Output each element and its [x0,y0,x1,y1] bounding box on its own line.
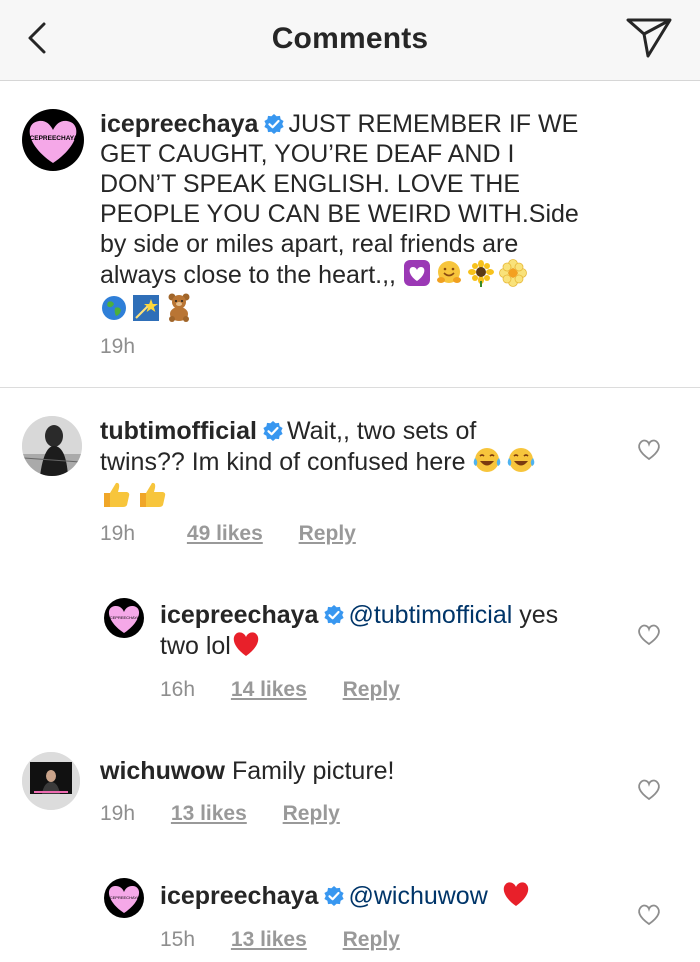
comment-username[interactable]: icepreechaya [160,601,318,629]
heart-icon[interactable] [636,778,662,802]
timestamp: 19h [100,802,136,825]
comment-meta: 19h 49 likes Reply [100,522,356,546]
avatar-text: ICEPREECHAYA [109,895,140,900]
heart-icon[interactable] [636,623,662,647]
direct-share-icon[interactable] [624,16,674,60]
blossom-emoji [499,259,527,287]
comment-username[interactable]: icepreechaya [160,882,318,910]
mention-link[interactable]: @wichuwow [348,882,487,910]
verified-badge-icon [324,886,345,906]
reply-button[interactable]: Reply [299,522,356,546]
red-heart-emoji [233,632,259,656]
pink-heart-icon: ICEPREECHAYA [109,885,140,913]
caption-username[interactable]: icepreechaya [100,110,258,138]
caption-line: always close to the heart.,, [100,261,396,289]
avatar[interactable] [22,416,82,476]
comment-text: wichuwow Family picture! [100,756,620,786]
comment-meta: 15h 13 likes Reply [160,928,400,952]
timestamp: 15h [160,928,196,951]
verified-badge-icon [324,605,345,625]
pink-heart-icon: ICEPREECHAYA [28,120,79,163]
profile-photo-icon [22,752,80,810]
comment-text: icepreechaya @tubtimofficial yes two lol [160,600,620,661]
caption-line: by side or miles apart, real friends are [100,230,519,258]
thumbs-up-emoji [104,482,130,507]
caption-line: GET CAUGHT, YOU’RE DEAF AND I [100,140,515,168]
comment-body: yes [512,601,559,629]
profile-photo-icon [22,416,82,476]
teddy-bear-emoji [168,293,190,322]
reply-button[interactable]: Reply [343,678,400,702]
timestamp: 19h [100,522,136,545]
comment-reply-item: ICEPREECHAYA icepreechaya @tubtimofficia… [0,568,700,728]
avatar[interactable]: ICEPREECHAYA [104,878,144,918]
avatar-text: ICEPREECHAYA [28,135,79,142]
caption-line: JUST REMEMBER IF WE [288,110,579,138]
tears-of-joy-emoji [508,448,535,472]
globe-emoji [102,296,126,320]
avatar-text: ICEPREECHAYA [109,615,140,620]
verified-badge-icon [264,114,285,134]
hugging-face-emoji [436,261,461,283]
comment-username[interactable]: wichuwow [100,757,225,785]
shooting-star-emoji [133,295,159,321]
comment-meta: 19h 13 likes Reply [100,802,340,826]
caption-line: DON’T SPEAK ENGLISH. LOVE THE [100,170,521,198]
caption-text: icepreechaya JUST REMEMBER IF WE GET CAU… [100,109,680,325]
comment-body: two lol [160,632,231,660]
likes-count[interactable]: 13 likes [171,802,247,826]
comment-body: twins?? Im kind of confused here [100,448,466,476]
avatar[interactable]: ICEPREECHAYA [22,109,84,171]
pink-heart-icon: ICEPREECHAYA [109,605,140,633]
red-heart-emoji [503,882,528,906]
avatar[interactable] [22,752,80,810]
tears-of-joy-emoji [474,448,501,472]
timestamp: 16h [160,678,196,701]
reply-button[interactable]: Reply [283,802,340,826]
comment-body: Wait,, two sets of [286,417,477,445]
timestamp: 19h [100,335,136,358]
comment-text: tubtimofficial Wait,, two sets of twins?… [100,416,620,512]
heart-icon[interactable] [636,903,662,927]
sunflower-emoji [467,260,494,287]
mention-link[interactable]: @tubtimofficial [348,601,512,629]
comment-reply-item: ICEPREECHAYA icepreechaya @wichuwow 15h … [0,848,700,962]
heart-icon[interactable] [636,438,662,462]
avatar[interactable]: ICEPREECHAYA [104,598,144,638]
reply-button[interactable]: Reply [343,928,400,952]
comment-item: wichuwow Family picture! 19h 13 likes Re… [0,728,700,848]
caption-line: PEOPLE YOU CAN BE WEIRD WITH.Side [100,200,579,228]
comment-username[interactable]: tubtimofficial [100,417,257,445]
purple-heart-emoji [403,260,430,286]
comment-meta: 16h 14 likes Reply [160,678,400,702]
likes-count[interactable]: 49 likes [187,522,263,546]
caption-meta: 19h [100,335,135,359]
likes-count[interactable]: 13 likes [231,928,307,952]
comment-body: Family picture! [231,757,395,785]
likes-count[interactable]: 14 likes [231,678,307,702]
caption-section: ICEPREECHAYA icepreechaya JUST REMEMBER … [0,81,700,388]
comment-text: icepreechaya @wichuwow [160,880,620,911]
thumbs-up-emoji [140,482,166,507]
page-title: Comments [271,22,429,55]
verified-badge-icon [263,421,283,441]
comment-item: tubtimofficial Wait,, two sets of twins?… [0,388,700,568]
header-bar: Comments [0,0,700,81]
